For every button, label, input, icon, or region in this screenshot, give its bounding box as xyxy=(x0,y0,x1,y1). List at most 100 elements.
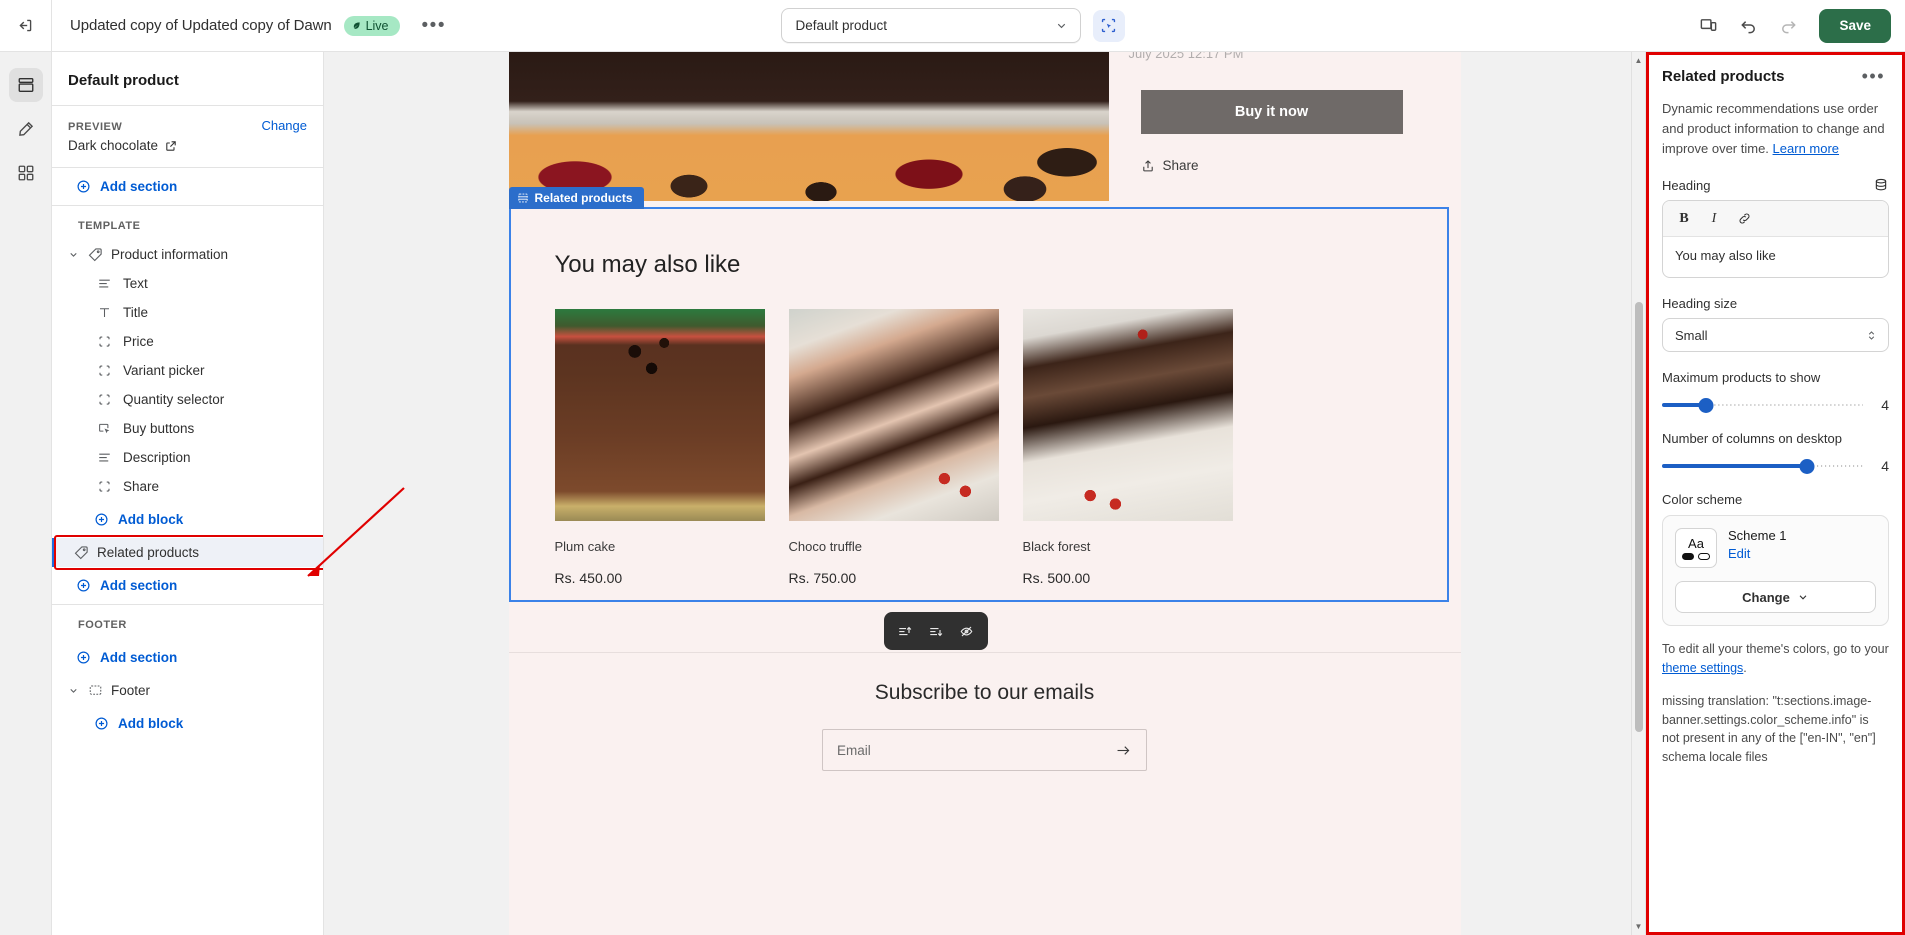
section-float-toolbar xyxy=(883,612,988,650)
hide-icon[interactable] xyxy=(953,618,979,644)
sidebar-section-product-information[interactable]: Product information xyxy=(52,240,323,269)
top-bar-right: Save xyxy=(1691,8,1905,43)
heading-rich-text-editor[interactable]: B I You may also like xyxy=(1662,200,1889,279)
add-block-button[interactable]: Add block xyxy=(52,501,323,538)
heading-size-select[interactable]: Small xyxy=(1662,318,1889,353)
share-icon xyxy=(1142,159,1153,171)
sidebar-block-description[interactable]: Description xyxy=(52,443,323,472)
chevron-down-icon[interactable] xyxy=(66,685,80,696)
sidebar-block-share[interactable]: Share xyxy=(52,472,323,501)
rail-theme-settings-button[interactable] xyxy=(9,112,43,146)
slider-knob[interactable] xyxy=(1698,397,1714,413)
sidebar-block-buy-buttons[interactable]: Buy buttons xyxy=(52,414,323,443)
device-preview-button[interactable] xyxy=(1691,9,1725,43)
change-preview-button[interactable]: Change xyxy=(261,118,307,133)
preview-value[interactable]: Dark chocolate xyxy=(68,138,307,153)
edit-scheme-link[interactable]: Edit xyxy=(1728,546,1787,561)
footer-add-section-button[interactable]: Add section xyxy=(52,639,323,676)
theme-settings-link[interactable]: theme settings xyxy=(1662,661,1743,675)
email-input[interactable]: Email xyxy=(822,729,1147,771)
buy-it-now-button[interactable]: Buy it now xyxy=(1140,90,1403,134)
max-products-field-header: Maximum products to show xyxy=(1662,370,1889,385)
tag-icon xyxy=(88,247,103,262)
product-image[interactable] xyxy=(788,309,999,521)
plus-circle-icon xyxy=(77,651,90,664)
text-lines-icon xyxy=(96,450,113,465)
theme-colors-note-end: . xyxy=(1743,661,1747,676)
missing-translation-note: missing translation: "t:sections.image-b… xyxy=(1662,693,1876,765)
scrollbar-thumb[interactable] xyxy=(1634,302,1643,732)
sidebar-section-footer[interactable]: Footer xyxy=(52,676,323,705)
product-image[interactable] xyxy=(554,309,765,521)
move-up-icon[interactable] xyxy=(892,618,918,644)
top-bar-left: Updated copy of Updated copy of Dawn Liv… xyxy=(0,0,450,52)
slider-fill xyxy=(1662,464,1807,469)
theme-more-menu-button[interactable]: ••• xyxy=(418,15,450,37)
arrow-right-icon[interactable] xyxy=(1115,742,1132,759)
dynamic-source-icon[interactable] xyxy=(1873,177,1889,193)
sidebar-block-quantity-selector[interactable]: Quantity selector xyxy=(52,385,323,414)
slider-track[interactable] xyxy=(1662,458,1863,474)
sidebar-block-price[interactable]: Price xyxy=(52,327,323,356)
sidebar-block-variant-picker[interactable]: Variant picker xyxy=(52,356,323,385)
add-section-top-button[interactable]: Add section xyxy=(52,168,323,205)
sidebar-block-title[interactable]: Title xyxy=(52,298,323,327)
exit-icon[interactable] xyxy=(0,0,52,52)
section-badge[interactable]: Related products xyxy=(508,187,644,209)
subscribe-section-preview[interactable]: Subscribe to our emails Email xyxy=(508,652,1461,832)
product-card[interactable]: Black forest Rs. 500.00 xyxy=(1022,309,1233,586)
redo-icon xyxy=(1782,21,1796,34)
settings-more-menu-button[interactable]: ••• xyxy=(1858,67,1889,85)
product-card[interactable]: Plum cake Rs. 450.00 xyxy=(554,309,765,586)
placeholder-block-icon xyxy=(96,363,113,378)
share-button[interactable]: Share xyxy=(1141,158,1199,173)
inspector-toggle-button[interactable] xyxy=(1092,9,1125,42)
rail-apps-button[interactable] xyxy=(9,156,43,190)
learn-more-link[interactable]: Learn more xyxy=(1773,141,1839,156)
product-hero-image xyxy=(508,52,1109,201)
swatch-pill-dark xyxy=(1682,552,1694,560)
heading-field-header: Heading xyxy=(1662,177,1889,193)
product-card[interactable]: Choco truffle Rs. 750.00 xyxy=(788,309,999,586)
sidebar-section-label: Related products xyxy=(97,545,200,560)
sidebar-block-text[interactable]: Text xyxy=(52,269,323,298)
chevron-down-icon xyxy=(1057,23,1065,29)
scroll-up-icon[interactable]: ▲ xyxy=(1635,56,1643,65)
change-scheme-button[interactable]: Change xyxy=(1675,581,1876,614)
save-button[interactable]: Save xyxy=(1819,8,1891,43)
columns-value: 4 xyxy=(1881,458,1889,475)
max-products-slider[interactable]: 4 xyxy=(1662,397,1889,413)
footer-group-label: FOOTER xyxy=(78,619,127,631)
live-status-badge: Live xyxy=(343,15,400,36)
italic-icon[interactable]: I xyxy=(1701,206,1727,232)
color-scheme-field-header: Color scheme xyxy=(1662,492,1889,507)
sidebar-section-related-products[interactable]: Related products xyxy=(52,538,323,567)
swatch-aa-text: Aa xyxy=(1688,535,1704,551)
product-name: Plum cake xyxy=(554,539,616,554)
heading-value[interactable]: You may also like xyxy=(1663,237,1888,277)
editor-body: Default product PREVIEW Change Dark choc… xyxy=(0,52,1905,935)
page-selector-value: Default product xyxy=(795,18,888,33)
redo-button[interactable] xyxy=(1771,9,1805,43)
sidebar-section-label: Footer xyxy=(111,683,151,698)
canvas-scrollbar[interactable]: ▲ ▼ xyxy=(1631,52,1645,935)
link-icon[interactable] xyxy=(1731,206,1757,232)
add-section-bottom-button[interactable]: Add section xyxy=(52,567,323,604)
product-name: Black forest xyxy=(1022,539,1091,554)
plus-circle-icon xyxy=(77,180,90,193)
slider-knob[interactable] xyxy=(1799,458,1815,474)
sidebar-block-label: Text xyxy=(123,276,148,291)
product-image[interactable] xyxy=(1022,309,1233,521)
footer-add-block-button[interactable]: Add block xyxy=(52,705,323,742)
undo-button[interactable] xyxy=(1731,9,1765,43)
slider-track[interactable] xyxy=(1662,397,1863,413)
columns-slider[interactable]: 4 xyxy=(1662,458,1889,474)
rail-sections-button[interactable] xyxy=(8,68,43,102)
chevron-down-icon[interactable] xyxy=(66,249,80,260)
move-down-icon[interactable] xyxy=(922,618,948,644)
page-selector[interactable]: Default product xyxy=(780,8,1081,43)
bold-icon[interactable]: B xyxy=(1671,206,1697,232)
related-products-section-preview[interactable]: Related products You may also like Plum … xyxy=(508,187,1449,602)
scroll-down-icon[interactable]: ▼ xyxy=(1635,922,1643,931)
plus-circle-icon xyxy=(95,513,108,526)
